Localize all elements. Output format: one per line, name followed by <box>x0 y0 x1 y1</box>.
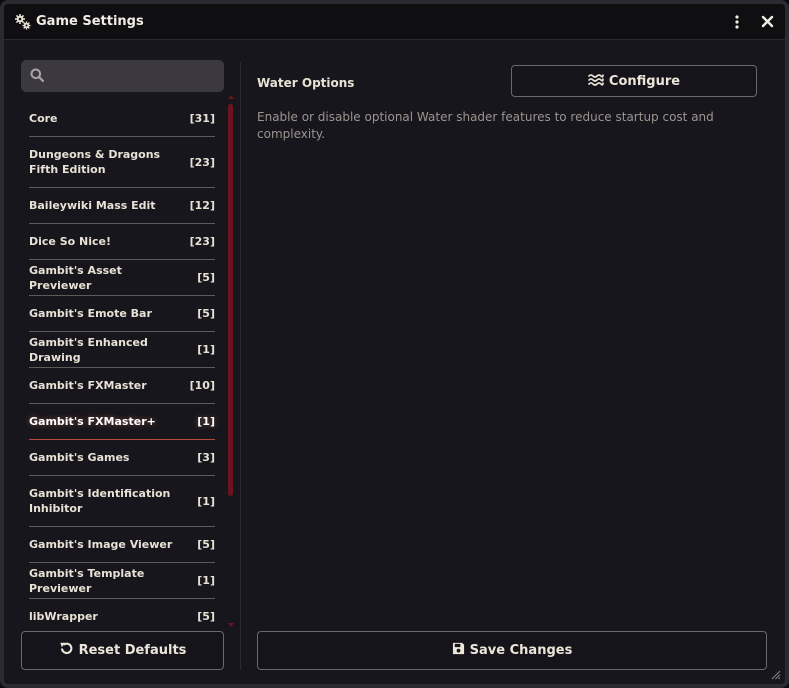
kebab-menu-icon[interactable] <box>729 13 745 31</box>
category-list: Core [31] Dungeons & Dragons Fifth Edition… <box>29 101 215 635</box>
category-label: Gambit's FXMaster+ <box>29 415 156 428</box>
game-settings-window: Game Settings Core [31] Dungeons & Dragons… <box>0 0 789 688</box>
settings-sidebar: Core [31] Dungeons & Dragons Fifth Edition… <box>21 56 234 674</box>
sidebar-category-item[interactable]: Core [31] <box>29 101 215 137</box>
category-count: [3] <box>197 451 215 464</box>
reset-defaults-button[interactable]: Reset Defaults <box>21 631 224 670</box>
save-changes-label: Save Changes <box>469 643 573 658</box>
sidebar-category-item[interactable]: Gambit's Image Viewer [5] <box>29 527 215 563</box>
scroll-thumb[interactable] <box>228 104 233 496</box>
category-count: [1] <box>197 494 215 508</box>
water-icon <box>588 73 604 90</box>
category-label: Baileywiki Mass Edit <box>29 199 156 212</box>
category-count: [1] <box>197 343 215 356</box>
category-label: Dungeons & Dragons Fifth Edition <box>29 148 161 176</box>
undo-icon <box>59 641 74 660</box>
setting-description: Enable or disable optional Water shader … <box>257 110 714 141</box>
category-count: [1] <box>197 574 215 587</box>
sidebar-category-item[interactable]: Gambit's Identification Inhibitor [1] <box>29 476 215 527</box>
title-actions <box>729 13 775 31</box>
category-label: Gambit's Games <box>29 451 130 464</box>
category-count: [5] <box>197 271 215 284</box>
category-scrollbar[interactable] <box>227 94 235 628</box>
category-count: [5] <box>197 307 215 320</box>
sidebar-category-item[interactable]: Gambit's Games [3] <box>29 440 215 476</box>
sidebar-category-item[interactable]: Gambit's FXMaster+ [1] <box>29 404 215 440</box>
category-label: Gambit's Identification Inhibitor <box>29 487 171 515</box>
category-count: [31] <box>189 112 215 125</box>
configure-label: Configure <box>608 73 681 89</box>
gears-icon <box>14 13 32 31</box>
category-count: [5] <box>197 610 215 623</box>
setting-name: Water Options <box>257 76 355 90</box>
search-input[interactable] <box>50 69 210 83</box>
category-label: Gambit's FXMaster <box>29 379 147 392</box>
save-changes-button[interactable]: Save Changes <box>257 631 767 670</box>
category-label: Gambit's Enhanced Drawing <box>29 335 148 364</box>
sidebar-category-item[interactable]: Gambit's Emote Bar [5] <box>29 296 215 332</box>
sidebar-category-item[interactable]: Dice So Nice! [23] <box>29 224 215 260</box>
sidebar-category-item[interactable]: Gambit's Template Previewer [1] <box>29 563 215 599</box>
category-label: libWrapper <box>29 610 98 623</box>
reset-defaults-label: Reset Defaults <box>78 643 187 658</box>
resize-handle-icon[interactable] <box>771 670 781 680</box>
sidebar-category-item[interactable]: Dungeons & Dragons Fifth Edition [23] <box>29 137 215 188</box>
category-label: Core <box>29 112 58 125</box>
settings-main: Water Options Configure Enable or disabl… <box>257 56 771 674</box>
category-label: Gambit's Emote Bar <box>29 307 152 320</box>
category-label: Dice So Nice! <box>29 235 111 248</box>
search-box[interactable] <box>21 60 224 92</box>
window-title: Game Settings <box>36 14 144 29</box>
category-count: [1] <box>197 415 215 428</box>
scroll-up-arrow-icon <box>228 95 234 99</box>
close-icon[interactable] <box>759 13 775 31</box>
search-icon <box>30 67 45 86</box>
category-count: [23] <box>189 235 215 248</box>
sidebar-category-item[interactable]: Baileywiki Mass Edit [12] <box>29 188 215 224</box>
sidebar-category-item[interactable]: libWrapper [5] <box>29 599 215 635</box>
category-label: Gambit's Template Previewer <box>29 566 145 595</box>
scroll-down-arrow-icon <box>228 623 234 627</box>
sidebar-category-item[interactable]: Gambit's Asset Previewer [5] <box>29 260 215 296</box>
category-count: [10] <box>189 379 215 392</box>
category-label: Gambit's Image Viewer <box>29 538 173 551</box>
category-count: [23] <box>189 155 215 169</box>
panel-divider <box>240 62 241 670</box>
window-titlebar[interactable]: Game Settings <box>4 4 785 40</box>
sidebar-category-item[interactable]: Gambit's FXMaster [10] <box>29 368 215 404</box>
configure-button[interactable]: Configure <box>511 65 757 97</box>
save-icon <box>452 642 465 659</box>
category-count: [5] <box>197 538 215 551</box>
sidebar-category-item[interactable]: Gambit's Enhanced Drawing [1] <box>29 332 215 368</box>
category-count: [12] <box>189 199 215 212</box>
category-label: Gambit's Asset Previewer <box>29 263 122 292</box>
